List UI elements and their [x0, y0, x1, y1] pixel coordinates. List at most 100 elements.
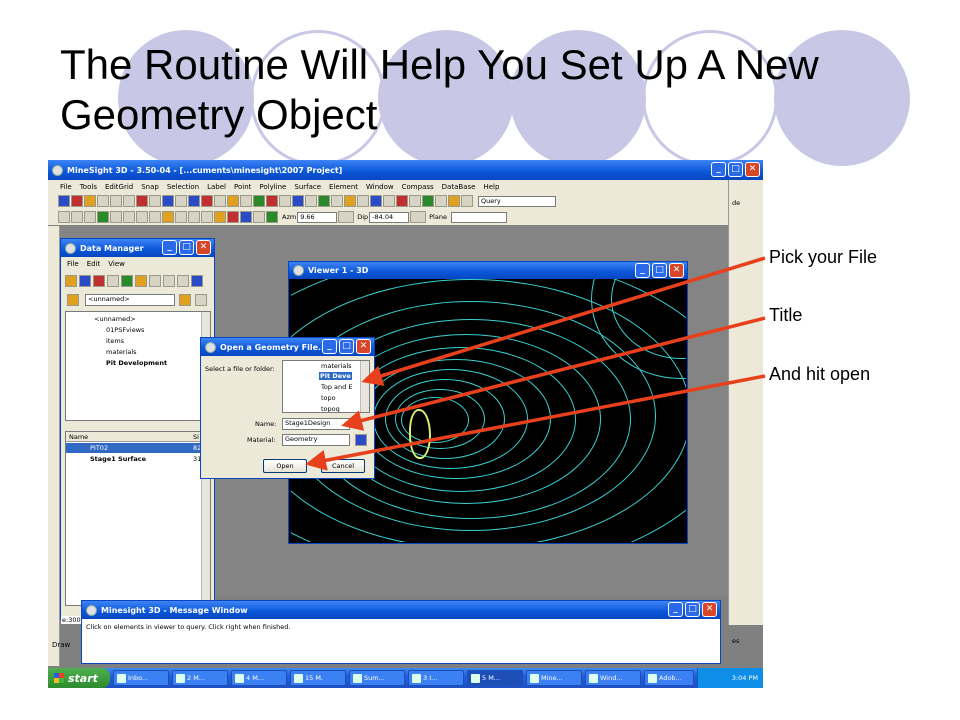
taskbar-item[interactable]: 2 M...: [172, 670, 228, 686]
tool-icon[interactable]: [240, 195, 252, 207]
dip-field[interactable]: -84.04: [369, 211, 410, 223]
tool-icon[interactable]: [266, 211, 278, 223]
redo-icon[interactable]: [123, 195, 135, 207]
close-button[interactable]: ✕: [196, 240, 211, 255]
menu-edit[interactable]: Edit: [87, 260, 101, 268]
zoom-out-icon[interactable]: [84, 211, 96, 223]
tool-icon[interactable]: [163, 275, 175, 287]
tool-icon[interactable]: [110, 211, 122, 223]
zoom-icon[interactable]: [58, 211, 70, 223]
tool-icon[interactable]: [188, 195, 200, 207]
tree-item[interactable]: topog: [321, 405, 340, 412]
menu-file[interactable]: File: [60, 183, 72, 191]
material-browse-icon[interactable]: [355, 434, 367, 446]
tool-icon[interactable]: [422, 195, 434, 207]
taskbar-item-active[interactable]: 5 M...: [467, 670, 523, 686]
stepper-icon[interactable]: [338, 211, 355, 223]
tool-icon[interactable]: [188, 211, 200, 223]
draw-menu[interactable]: Draw: [52, 641, 70, 649]
tool-icon[interactable]: [93, 275, 105, 287]
close-button[interactable]: ✕: [669, 263, 684, 278]
open-icon[interactable]: [71, 195, 83, 207]
taskbar-item[interactable]: 4 M...: [231, 670, 287, 686]
zoom-in-icon[interactable]: [71, 211, 83, 223]
tool-icon[interactable]: [79, 275, 91, 287]
menu-selection[interactable]: Selection: [167, 183, 199, 191]
menu-database[interactable]: DataBase: [442, 183, 476, 191]
maximize-button[interactable]: □: [652, 263, 667, 278]
tool-icon[interactable]: [191, 275, 203, 287]
tree-item[interactable]: materials: [321, 362, 352, 370]
tool-icon[interactable]: [396, 195, 408, 207]
taskbar-item[interactable]: Sum...: [349, 670, 405, 686]
folder-icon[interactable]: [65, 275, 77, 287]
tool-icon[interactable]: [370, 195, 382, 207]
tool-icon[interactable]: [435, 195, 447, 207]
new-icon[interactable]: [58, 195, 70, 207]
text-icon[interactable]: [177, 275, 189, 287]
tool-icon[interactable]: [305, 195, 317, 207]
menu-element[interactable]: Element: [329, 183, 358, 191]
minimize-button[interactable]: _: [162, 240, 177, 255]
menu-view[interactable]: View: [108, 260, 125, 268]
column-header-name[interactable]: Name: [69, 433, 88, 441]
tool-icon[interactable]: [121, 275, 133, 287]
tool-icon[interactable]: [240, 211, 252, 223]
menu-tools[interactable]: Tools: [80, 183, 97, 191]
query-select[interactable]: Query: [478, 195, 556, 207]
tool-icon[interactable]: [175, 211, 187, 223]
tool-icon[interactable]: [201, 195, 213, 207]
name-input[interactable]: Stage1Design: [282, 418, 350, 430]
up-folder-icon[interactable]: [67, 294, 79, 306]
tool-icon[interactable]: [279, 195, 291, 207]
save-icon[interactable]: [195, 294, 207, 306]
tool-icon[interactable]: [123, 211, 135, 223]
column-header-size[interactable]: Si: [193, 433, 199, 441]
tool-icon[interactable]: [331, 195, 343, 207]
tool-icon[interactable]: [461, 195, 473, 207]
tool-icon[interactable]: [448, 195, 460, 207]
taskbar-item[interactable]: Adob...: [644, 670, 694, 686]
close-button[interactable]: ✕: [702, 602, 717, 617]
tree-item[interactable]: <unnamed>: [94, 315, 136, 323]
tool-icon[interactable]: [201, 211, 213, 223]
menu-snap[interactable]: Snap: [141, 183, 159, 191]
pan-icon[interactable]: [97, 211, 109, 223]
location-combo[interactable]: <unnamed>: [85, 294, 175, 306]
tool-icon[interactable]: [107, 275, 119, 287]
taskbar-item[interactable]: Inbo...: [113, 670, 169, 686]
tree-item[interactable]: Pit Development: [106, 359, 167, 367]
taskbar-item[interactable]: 15 M.: [290, 670, 346, 686]
plane-field[interactable]: [450, 211, 507, 223]
tool-icon[interactable]: [175, 195, 187, 207]
tree-item[interactable]: topo: [321, 394, 336, 402]
tool-icon[interactable]: [162, 195, 174, 207]
delete-icon[interactable]: [136, 195, 148, 207]
tool-icon[interactable]: [149, 275, 161, 287]
tool-icon[interactable]: [266, 195, 278, 207]
tree-item[interactable]: Top and E: [321, 383, 352, 391]
minimize-button[interactable]: _: [711, 162, 726, 177]
table-row[interactable]: Stage1 Surface 31: [66, 454, 201, 464]
stepper-icon[interactable]: [410, 211, 427, 223]
tool-icon[interactable]: [214, 195, 226, 207]
minimize-button[interactable]: _: [322, 339, 337, 354]
table-row[interactable]: PIT02 82: [66, 443, 201, 453]
tool-icon[interactable]: [253, 195, 265, 207]
tool-icon[interactable]: [383, 195, 395, 207]
maximize-button[interactable]: □: [685, 602, 700, 617]
tool-icon[interactable]: [149, 211, 161, 223]
menu-editgrid[interactable]: EditGrid: [105, 183, 133, 191]
taskbar-item[interactable]: Wind...: [585, 670, 641, 686]
tree-item[interactable]: 01PSFviews: [106, 326, 144, 334]
menu-help[interactable]: Help: [483, 183, 499, 191]
maximize-button[interactable]: □: [728, 162, 743, 177]
menu-polyline[interactable]: Polyline: [259, 183, 286, 191]
tree-item[interactable]: materials: [106, 348, 137, 356]
menu-point[interactable]: Point: [234, 183, 251, 191]
azm-field[interactable]: 9.66: [297, 211, 338, 223]
material-input[interactable]: Geometry: [282, 434, 350, 446]
start-button[interactable]: start: [48, 668, 110, 688]
minimize-button[interactable]: _: [635, 263, 650, 278]
menu-file[interactable]: File: [67, 260, 79, 268]
